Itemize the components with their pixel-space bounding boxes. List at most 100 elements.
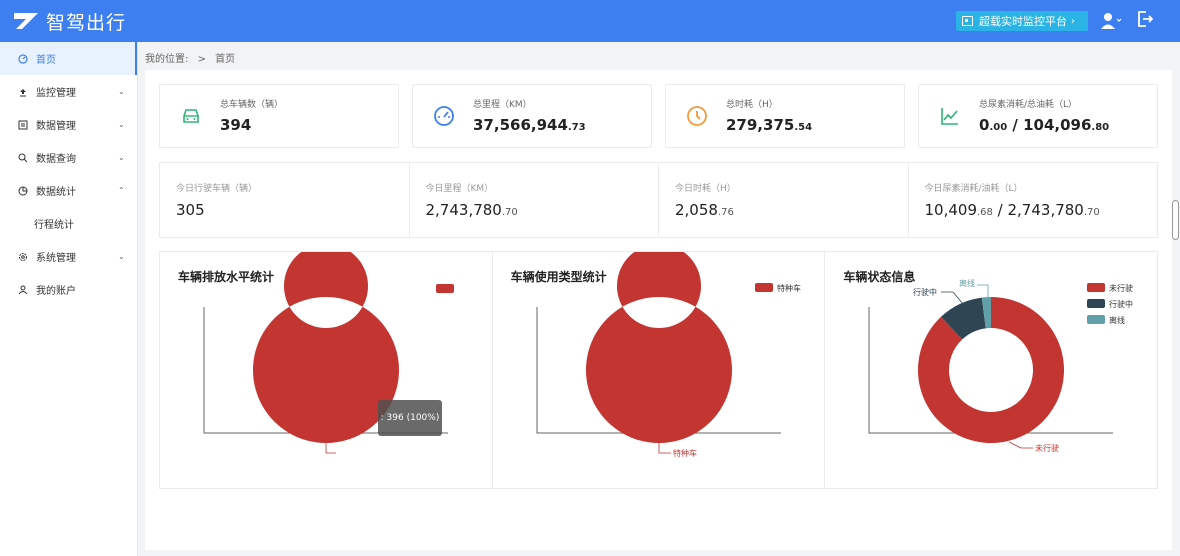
chevron-down-icon: ⌄ xyxy=(118,120,125,129)
sidebar-item-data-manage[interactable]: 数据管理 ⌄ xyxy=(0,108,137,141)
stat-value-dec: .73 xyxy=(567,122,586,133)
chevron-up-icon: ⌃ xyxy=(118,186,125,195)
stat-value: 394 xyxy=(220,116,251,134)
today-value: 2,058.76 xyxy=(675,201,734,219)
stat-card-total-time: 总时耗（H） 279,375.54 xyxy=(665,84,905,148)
today-stats-row: 今日行驶车辆（辆） 305 今日里程（KM） 2,743,780.70 今日时耗… xyxy=(159,162,1158,238)
sidebar-item-data-stats[interactable]: 数据统计 ⌃ xyxy=(0,174,137,207)
sidebar-item-home[interactable]: 首页 xyxy=(0,42,137,75)
today-value: 305 xyxy=(176,201,205,219)
speedometer-icon xyxy=(434,106,454,126)
sidebar-item-account[interactable]: 我的账户 xyxy=(0,273,137,306)
chart-tooltip: : 396 (100%) xyxy=(378,400,442,436)
logout-icon[interactable] xyxy=(1137,10,1153,28)
stat-label: 总尿素消耗/总油耗（L） xyxy=(979,100,1078,110)
legend-label: 未行驶 xyxy=(1109,283,1133,293)
today-consumption: 今日尿素消耗/油耗（L） 10,409.68 / 2,743,780.70 xyxy=(909,163,1158,237)
sidebar-item-label: 首页 xyxy=(36,55,56,66)
usage-type-chart-panel: 车辆使用类型统计 特种车 特种车 xyxy=(493,252,826,488)
stat-value-dec: .00 xyxy=(989,122,1008,133)
stat-value: 37,566,944.73 xyxy=(473,116,586,134)
today-mileage: 今日里程（KM） 2,743,780.70 xyxy=(410,163,659,237)
stat-value-int: 279,375 xyxy=(726,116,795,134)
stat-card-total-consumption: 总尿素消耗/总油耗（L） 0.00 / 104,096.80 xyxy=(918,84,1158,148)
today-vehicles: 今日行驶车辆（辆） 305 xyxy=(160,163,410,237)
today-value-int-2: / 2,743,780 xyxy=(992,201,1084,219)
sidebar-item-label: 数据查询 xyxy=(36,154,76,165)
stat-card-total-mileage: 总里程（KM） 37,566,944.73 xyxy=(412,84,652,148)
monitor-icon xyxy=(962,16,973,26)
stat-value: 279,375.54 xyxy=(726,116,812,134)
today-label: 今日行驶车辆（辆） xyxy=(176,184,258,194)
pie-icon xyxy=(18,186,28,196)
stat-value-int: 394 xyxy=(220,116,252,134)
today-value: 2,743,780.70 xyxy=(426,201,518,219)
today-value-int: 305 xyxy=(176,201,205,219)
today-value-int: 2,743,780 xyxy=(425,201,502,219)
today-label: 今日尿素消耗/油耗（L） xyxy=(924,184,1023,194)
sidebar-item-label: 监控管理 xyxy=(36,88,76,99)
charts-row: 车辆排放水平统计 : 396 (100%) 车辆使用类型统计 特种车 特种车 车辆… xyxy=(159,251,1158,489)
label-leader-line xyxy=(325,443,336,454)
stat-label: 总里程（KM） xyxy=(473,100,532,110)
today-value-dec: .68 xyxy=(977,207,993,218)
chevron-down-icon: ⌄ xyxy=(118,252,125,261)
scrollbar-thumb[interactable] xyxy=(1172,200,1179,240)
chart-slice xyxy=(585,252,732,443)
sidebar-item-data-query[interactable]: 数据查询 ⌄ xyxy=(0,141,137,174)
line-chart-icon xyxy=(941,108,958,125)
sidebar-item-label: 行程统计 xyxy=(34,220,74,231)
legend-swatch xyxy=(1087,299,1106,308)
today-value: 10,409.68 / 2,743,780.70 xyxy=(925,201,1100,219)
sidebar-item-system[interactable]: 系统管理 ⌄ xyxy=(0,240,137,273)
sidebar-item-monitor[interactable]: 监控管理 ⌄ xyxy=(0,75,137,108)
vehicle-status-donut-chart[interactable]: 未行驶行驶中离线未行驶行驶中离线 xyxy=(825,252,1158,490)
sidebar-item-label: 系统管理 xyxy=(36,253,76,264)
stat-value-int: 37,566,944 xyxy=(473,116,568,134)
today-label: 今日时耗（H） xyxy=(675,184,736,194)
user-menu-icon[interactable] xyxy=(1100,11,1122,31)
today-label: 今日里程（KM） xyxy=(425,184,494,194)
stat-value-int: 0 xyxy=(979,116,990,134)
legend-label: 行驶中 xyxy=(1109,299,1133,309)
slice-label: 离线 xyxy=(959,278,975,288)
today-time: 今日时耗（H） 2,058.76 xyxy=(659,163,909,237)
stat-value: 0.00 / 104,096.80 xyxy=(979,116,1109,134)
clock-icon xyxy=(687,106,707,126)
stat-value-dec-2: .80 xyxy=(1091,122,1110,133)
app-title: 智驾出行 xyxy=(46,11,127,34)
upload-icon xyxy=(18,87,28,97)
overload-monitor-button[interactable]: 超载实时监控平台 › xyxy=(956,11,1088,31)
app-logo[interactable]: 智驾出行 xyxy=(12,8,126,34)
usage-type-donut-chart[interactable]: 特种车特种车 xyxy=(493,252,826,490)
today-value-int: 10,409 xyxy=(924,201,978,219)
emission-chart-panel: 车辆排放水平统计 : 396 (100%) xyxy=(160,252,493,488)
breadcrumb-current[interactable]: 首页 xyxy=(215,54,235,65)
breadcrumb: 我的位置: > 首页 xyxy=(145,50,241,65)
chevron-down-icon: ⌄ xyxy=(118,153,125,162)
sidebar-item-trip-stats[interactable]: 行程统计 xyxy=(0,207,137,240)
label-leader-line xyxy=(1009,441,1034,449)
logo-icon xyxy=(14,13,38,29)
emission-donut-chart[interactable] xyxy=(160,252,492,490)
legend-swatch xyxy=(754,283,773,292)
top-header: 智驾出行 超载实时监控平台 › xyxy=(0,0,1180,42)
document-icon xyxy=(18,120,28,130)
sidebar-item-label: 我的账户 xyxy=(36,286,76,297)
stat-value-int-2: / 104,096 xyxy=(1007,116,1092,134)
sidebar-item-label: 数据管理 xyxy=(36,121,76,132)
legend-swatch xyxy=(1087,283,1106,292)
label-leader-line xyxy=(977,284,989,298)
breadcrumb-separator: > xyxy=(197,54,206,65)
overload-monitor-label: 超载实时监控平台 xyxy=(979,15,1067,28)
main-content: 总车辆数（辆） 394 总里程（KM） 37,566,944.73 总时耗（H）… xyxy=(145,70,1172,550)
car-icon xyxy=(183,109,199,123)
stat-label: 总时耗（H） xyxy=(726,100,778,110)
legend-swatch xyxy=(436,284,454,293)
chevron-down-icon: ⌄ xyxy=(118,87,125,96)
sidebar: 首页 监控管理 ⌄ 数据管理 ⌄ 数据查询 ⌄ 数据统计 ⌃ 行程统计 系统管理… xyxy=(0,42,138,556)
stat-label: 总车辆数（辆） xyxy=(220,100,284,110)
legend-label: 特种车 xyxy=(777,283,801,293)
vehicle-status-chart-panel: 车辆状态信息 未行驶 行驶中 离线 未行驶 行驶中 离线 xyxy=(825,252,1157,488)
gear-icon xyxy=(18,252,28,262)
